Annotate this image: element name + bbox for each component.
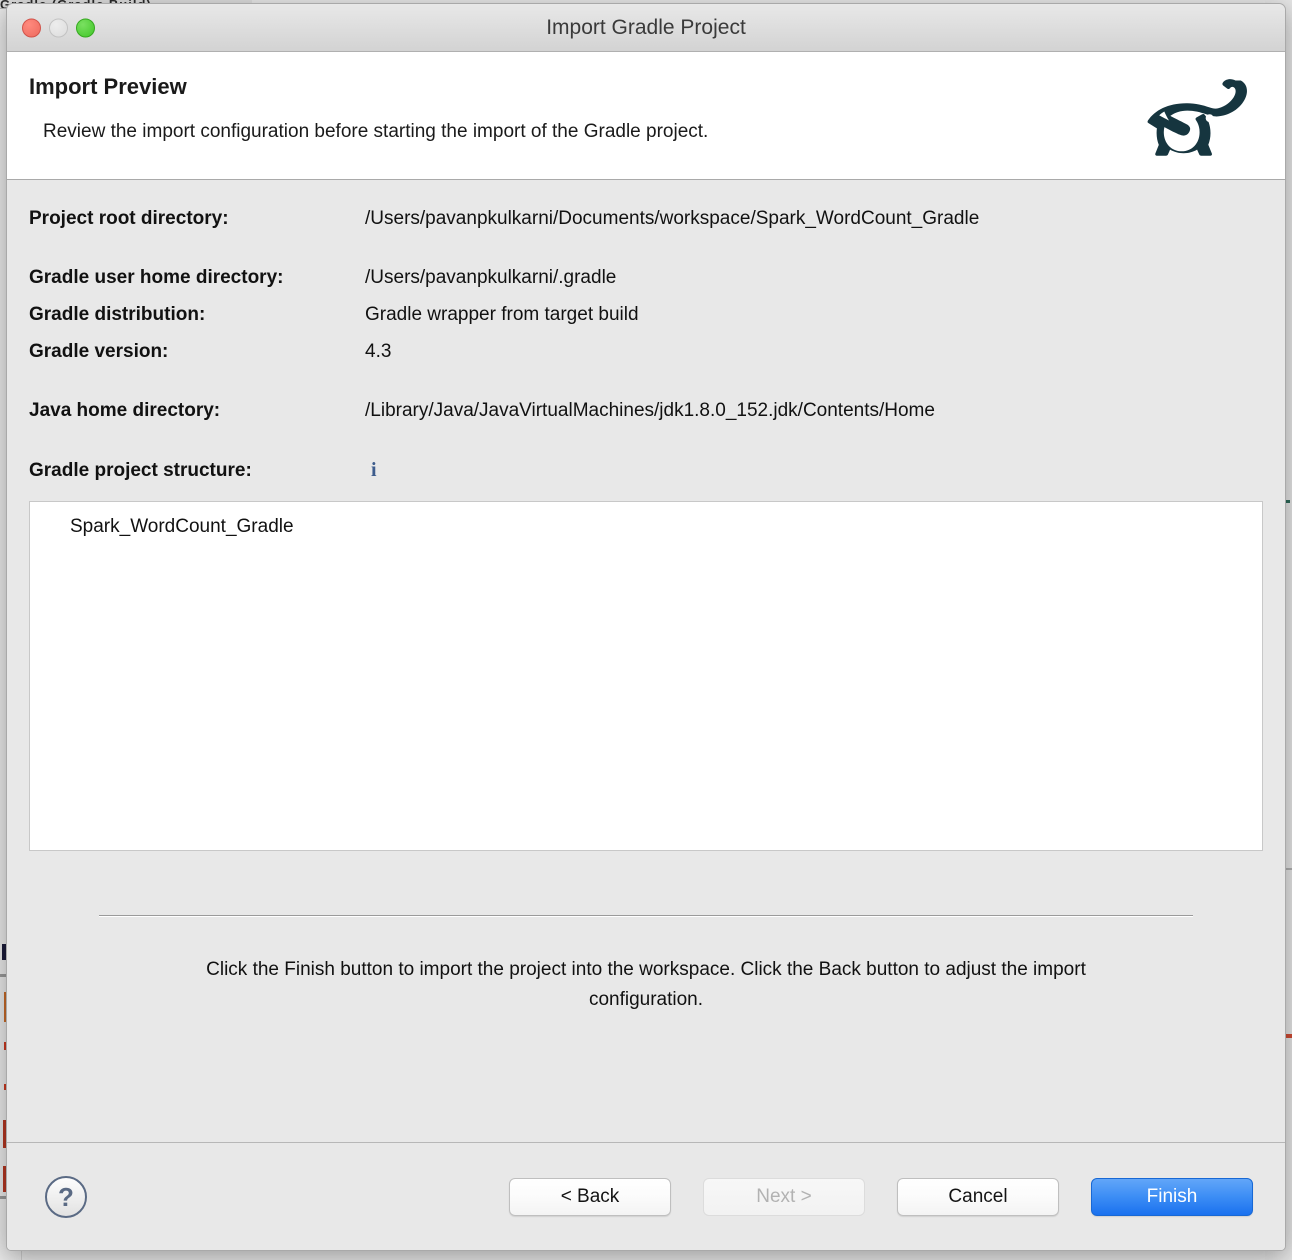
navigation-buttons: < Back Next > Cancel Finish bbox=[509, 1178, 1253, 1216]
dialog-button-bar: ? < Back Next > Cancel Finish bbox=[7, 1142, 1285, 1250]
info-icon[interactable]: i bbox=[365, 459, 383, 482]
import-gradle-project-dialog: Import Gradle Project Import Preview Rev… bbox=[6, 3, 1286, 1251]
field-value: /Users/pavanpkulkarni/Documents/workspac… bbox=[365, 208, 979, 230]
field-label: Project root directory: bbox=[29, 208, 365, 230]
field-label: Java home directory: bbox=[29, 400, 365, 422]
close-button[interactable] bbox=[22, 18, 41, 37]
field-label: Gradle project structure: bbox=[29, 460, 365, 482]
field-label: Gradle user home directory: bbox=[29, 267, 365, 289]
gradle-elephant-logo bbox=[1139, 74, 1249, 168]
field-gradle-user-home-directory: Gradle user home directory: /Users/pavan… bbox=[29, 267, 1263, 304]
field-gradle-project-structure: Gradle project structure: i bbox=[29, 459, 1263, 496]
page-description: Review the import configuration before s… bbox=[29, 121, 1255, 143]
field-label: Gradle version: bbox=[29, 341, 365, 363]
window-titlebar: Import Gradle Project bbox=[7, 4, 1285, 52]
section-separator bbox=[99, 915, 1193, 917]
page-title: Import Preview bbox=[29, 74, 1255, 100]
wizard-hint-text: Click the Finish button to import the pr… bbox=[29, 955, 1263, 1015]
back-button[interactable]: < Back bbox=[509, 1178, 671, 1216]
zoom-button[interactable] bbox=[76, 18, 95, 37]
window-title: Import Gradle Project bbox=[546, 16, 746, 40]
wizard-header: Import Preview Review the import configu… bbox=[7, 52, 1285, 180]
configuration-fields: Project root directory: /Users/pavanpkul… bbox=[29, 180, 1263, 496]
field-value: /Users/pavanpkulkarni/.gradle bbox=[365, 267, 616, 289]
next-button: Next > bbox=[703, 1178, 865, 1216]
field-gradle-distribution: Gradle distribution: Gradle wrapper from… bbox=[29, 304, 1263, 341]
field-project-root-directory: Project root directory: /Users/pavanpkul… bbox=[29, 208, 1263, 245]
window-controls bbox=[22, 18, 95, 37]
field-value: /Library/Java/JavaVirtualMachines/jdk1.8… bbox=[365, 400, 935, 422]
project-structure-tree[interactable]: Spark_WordCount_Gradle bbox=[29, 501, 1263, 851]
tree-item-project-root[interactable]: Spark_WordCount_Gradle bbox=[30, 512, 1262, 542]
field-value: 4.3 bbox=[365, 341, 391, 363]
field-java-home-directory: Java home directory: /Library/Java/JavaV… bbox=[29, 400, 1263, 437]
finish-button[interactable]: Finish bbox=[1091, 1178, 1253, 1216]
cancel-button[interactable]: Cancel bbox=[897, 1178, 1059, 1216]
field-value: Gradle wrapper from target build bbox=[365, 304, 639, 326]
minimize-button[interactable] bbox=[49, 18, 68, 37]
field-label: Gradle distribution: bbox=[29, 304, 365, 326]
field-gradle-version: Gradle version: 4.3 bbox=[29, 341, 1263, 378]
wizard-body: Project root directory: /Users/pavanpkul… bbox=[7, 180, 1285, 1142]
help-button[interactable]: ? bbox=[45, 1176, 87, 1218]
